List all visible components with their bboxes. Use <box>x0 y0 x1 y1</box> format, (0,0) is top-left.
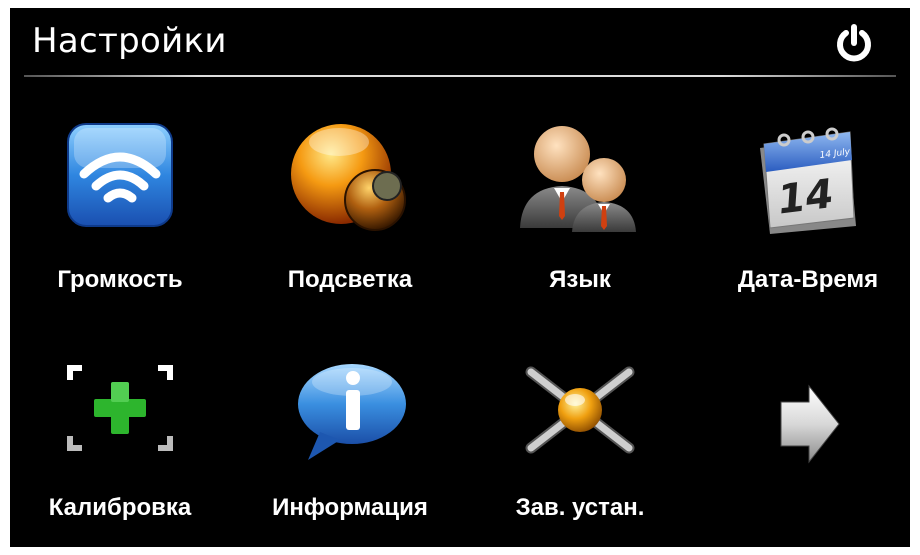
page-title: Настройки <box>32 21 227 61</box>
factory-reset-label: Зав. устан. <box>515 494 645 521</box>
factory-reset-tile[interactable]: Зав. устан. <box>480 358 680 538</box>
power-button[interactable] <box>832 22 876 66</box>
power-icon <box>837 24 871 62</box>
next-page-button[interactable] <box>708 358 908 478</box>
calibration-label: Калибровка <box>48 494 192 521</box>
volume-label: Громкость <box>57 266 183 293</box>
info-label: Информация <box>272 494 428 521</box>
info-tile[interactable]: Информация <box>250 358 450 538</box>
factory-reset-icon <box>525 366 635 454</box>
info-bubble-icon <box>298 364 406 460</box>
language-tile[interactable]: Язык <box>480 118 680 308</box>
calendar-icon: 14 July 14 <box>760 127 856 234</box>
volume-tile[interactable]: Громкость <box>20 118 220 308</box>
language-people-icon <box>520 126 636 232</box>
volume-wifi-icon <box>67 123 173 227</box>
backlight-orb-icon <box>291 124 406 231</box>
backlight-tile[interactable]: Подсветка <box>250 118 450 308</box>
calibration-tile[interactable]: Калибровка <box>20 358 220 538</box>
next-arrow-icon <box>780 384 840 464</box>
settings-screen: Настройки Громкость Подсветка Язык 14 Ju… <box>10 8 910 547</box>
datetime-tile[interactable]: 14 July 14 Дата-Время <box>708 118 908 308</box>
backlight-label: Подсветка <box>287 266 413 293</box>
calibration-crosshair-icon <box>67 365 173 451</box>
calendar-day-text: 14 <box>775 171 836 223</box>
datetime-label: Дата-Время <box>737 266 879 293</box>
language-label: Язык <box>549 266 611 293</box>
header-divider <box>24 75 896 77</box>
header-bar: Настройки <box>10 8 910 74</box>
